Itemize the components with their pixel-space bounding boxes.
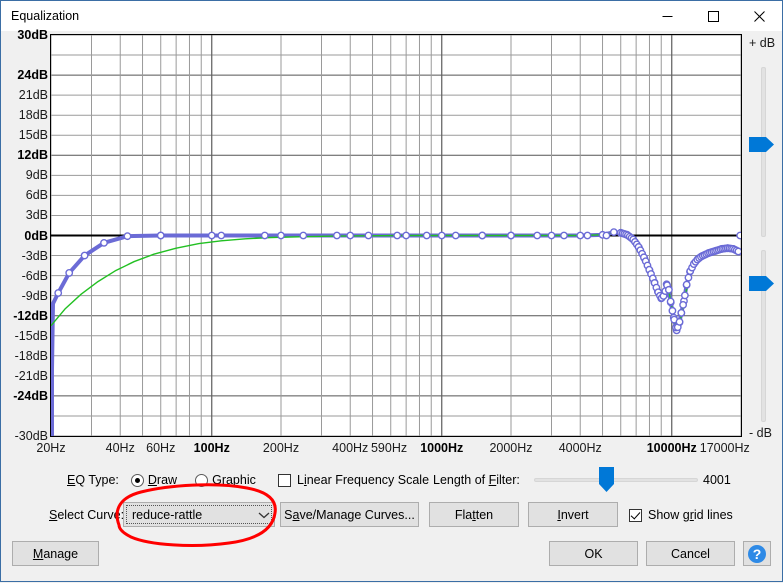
gain-slider-top-thumb[interactable] xyxy=(749,137,775,152)
select-curve-focus-ring: reduce-rattle xyxy=(126,505,272,524)
y-axis-tick-label: 18dB xyxy=(18,108,48,123)
cancel-label: Cancel xyxy=(671,546,710,561)
minimize-button[interactable] xyxy=(644,1,690,31)
filter-length-slider-thumb[interactable] xyxy=(599,467,614,493)
flatten-label: Flatten xyxy=(454,507,494,522)
slider-thumb-icon xyxy=(749,276,774,291)
radio-graphic[interactable]: Graphic xyxy=(195,473,256,487)
radio-draw[interactable]: Draw xyxy=(130,473,178,487)
y-axis-tick-label: -9dB xyxy=(21,288,48,303)
invert-button[interactable]: Invert xyxy=(528,502,618,527)
save-manage-curves-button[interactable]: Save/Manage Curves... xyxy=(280,502,419,527)
status-bar xyxy=(2,576,781,581)
y-axis-tick-label: 21dB xyxy=(18,88,48,103)
flatten-button[interactable]: Flatten xyxy=(429,502,519,527)
x-axis-tick-label: 1000Hz xyxy=(420,441,464,455)
close-button[interactable] xyxy=(736,1,782,31)
manage-label: Manage xyxy=(32,546,79,561)
y-axis-tick-label: -21dB xyxy=(14,368,48,383)
linear-scale-label: Linear Frequency Scale xyxy=(297,473,430,487)
eq-type-group: EQ Type: Draw Graphic xyxy=(67,473,256,487)
svg-text:?: ? xyxy=(753,546,762,562)
slider-thumb-icon xyxy=(599,467,614,492)
invert-label: Invert xyxy=(557,507,589,522)
eq-type-label: EQ Type: xyxy=(67,473,119,487)
y-axis-tick-label: -18dB xyxy=(14,348,48,363)
linear-frequency-scale-checkbox[interactable]: Linear Frequency Scale xyxy=(278,473,429,487)
y-axis-tick-label: 6dB xyxy=(25,188,48,203)
maximize-button[interactable] xyxy=(690,1,736,31)
y-axis-tick-label: -6dB xyxy=(21,268,48,283)
control-points[interactable] xyxy=(54,228,741,335)
filter-length-value-wrap: 4001 xyxy=(703,473,731,487)
x-axis-tick-label: 20Hz xyxy=(36,441,66,455)
y-axis-tick-label: 0dB xyxy=(24,228,48,243)
drawn-envelope-series xyxy=(51,230,741,436)
select-curve-combobox[interactable]: reduce-rattle xyxy=(123,502,275,527)
filter-length-value: 4001 xyxy=(703,473,731,487)
plus-db-label: + dB xyxy=(749,36,776,50)
select-curve-group: Select Curve: xyxy=(49,508,124,522)
maximize-icon xyxy=(707,10,719,22)
y-axis-tick-label: 30dB xyxy=(17,28,48,42)
x-axis-tick-label: 100Hz xyxy=(193,441,230,455)
y-axis-tick-label: -3dB xyxy=(21,248,48,263)
window-title: Equalization xyxy=(11,9,80,23)
title-bar: Equalization xyxy=(1,1,782,31)
show-grid-indicator[interactable] xyxy=(629,508,642,522)
cancel-button[interactable]: Cancel xyxy=(646,541,735,566)
show-grid-label: Show grid lines xyxy=(648,508,733,522)
y-axis-tick-label: 12dB xyxy=(17,148,48,163)
x-axis-tick-label: 590Hz xyxy=(370,441,408,455)
eq-graph[interactable] xyxy=(50,34,742,437)
linear-scale-indicator[interactable] xyxy=(278,473,291,487)
y-axis-tick-label: -15dB xyxy=(14,328,48,343)
x-axis-tick-label: 40Hz xyxy=(105,441,135,455)
ok-button[interactable]: OK xyxy=(549,541,638,566)
x-axis-tick-label: 17000Hz xyxy=(699,441,750,455)
x-axis-tick-label: 2000Hz xyxy=(489,441,533,455)
filter-length-group: Length of Filter: xyxy=(433,473,520,487)
show-grid-lines-checkbox[interactable]: Show grid lines xyxy=(629,508,733,522)
y-axis-tick-label: 24dB xyxy=(17,68,48,83)
y-axis-tick-label: -12dB xyxy=(13,308,48,323)
ok-label: OK xyxy=(584,546,603,561)
chevron-down-icon[interactable] xyxy=(258,503,270,526)
slider-thumb-icon xyxy=(749,137,774,152)
close-icon xyxy=(753,10,765,22)
x-axis-tick-label: 400Hz xyxy=(332,441,369,455)
gain-slider-bottom-thumb[interactable] xyxy=(749,276,775,291)
x-axis-tick-label: 4000Hz xyxy=(558,441,602,455)
eq-curve-plot[interactable] xyxy=(51,35,741,436)
minus-db-label: - dB xyxy=(749,426,772,440)
equalization-dialog: Equalization 30dB 24dB 21dB 18dB 15dB 12dB 9dB… xyxy=(0,0,783,582)
radio-graphic-indicator[interactable] xyxy=(195,473,209,487)
manage-button[interactable]: Manage xyxy=(12,541,99,566)
radio-graphic-label: Graphic xyxy=(212,473,256,487)
select-curve-value: reduce-rattle xyxy=(132,507,203,522)
y-axis: 30dB 24dB 21dB 18dB 15dB 12dB 9dB 6dB 3dB 0dB -3dB… xyxy=(1,29,48,443)
save-manage-curves-label: Save/Manage Curves... xyxy=(284,507,415,522)
y-axis-tick-label: 3dB xyxy=(25,208,48,223)
minimize-icon xyxy=(662,15,672,17)
radio-draw-indicator[interactable] xyxy=(130,473,144,487)
filter-length-slider-track[interactable] xyxy=(534,478,698,482)
radio-draw-label: Draw xyxy=(147,473,178,487)
y-axis-tick-label: 9dB xyxy=(25,168,48,183)
help-button[interactable]: ? xyxy=(743,541,771,566)
y-axis-tick-label: -24dB xyxy=(13,388,48,403)
y-axis-tick-label: 15dB xyxy=(18,128,48,143)
x-axis-tick-label: 10000Hz xyxy=(646,441,697,455)
filter-length-label: Length of Filter: xyxy=(433,473,520,487)
x-axis-tick-label: 200Hz xyxy=(262,441,300,455)
help-icon: ? xyxy=(748,544,766,563)
x-axis: 20Hz 40Hz 60Hz 100Hz 200Hz 400Hz 590Hz 1000Hz 20… xyxy=(1,441,749,459)
select-curve-label: Select Curve: xyxy=(49,508,125,522)
window-controls xyxy=(644,1,782,31)
x-axis-tick-label: 60Hz xyxy=(146,441,176,455)
gain-sliders: + dB - dB xyxy=(745,34,783,459)
